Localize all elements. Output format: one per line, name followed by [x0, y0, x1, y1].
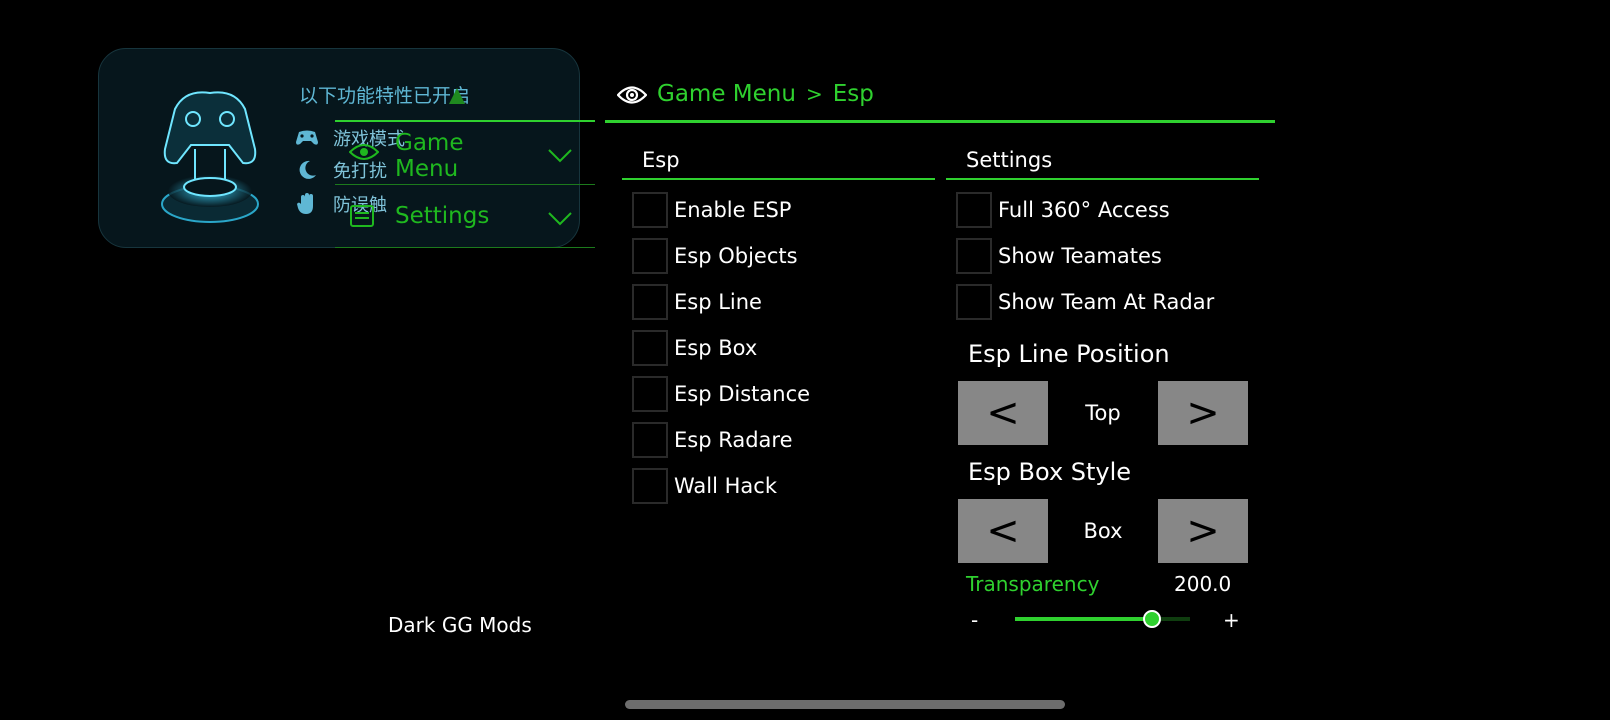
home-indicator[interactable]: [625, 700, 1065, 709]
chevron-down-icon: [547, 207, 573, 233]
checkbox-enable-esp[interactable]: Enable ESP: [632, 192, 791, 228]
sidebar-item-label: Game Menu: [395, 130, 464, 182]
checkbox-show-team-at-radar[interactable]: Show Team At Radar: [956, 284, 1214, 320]
box-style-prev-button[interactable]: <: [958, 499, 1048, 563]
esp-box-style-stepper: < Box >: [958, 499, 1248, 563]
checkbox-esp-objects[interactable]: Esp Objects: [632, 238, 798, 274]
slider-plus-button[interactable]: +: [1223, 608, 1240, 632]
slider-thumb[interactable]: [1142, 610, 1161, 628]
settings-column-divider: [946, 178, 1259, 180]
checkbox-label: Esp Objects: [674, 244, 798, 268]
esp-line-position-title: Esp Line Position: [968, 340, 1170, 368]
checkbox-label: Esp Radare: [674, 428, 793, 452]
esp-line-position-stepper: < Top >: [958, 381, 1248, 445]
settings-column-title: Settings: [966, 148, 1053, 172]
esp-column-divider: [622, 178, 935, 180]
slider-minus-button[interactable]: -: [971, 608, 978, 632]
header-divider: [605, 120, 1275, 123]
line-position-value: Top: [1085, 401, 1121, 425]
mod-menu-sidebar: Game Menu Settings: [335, 120, 595, 248]
checkbox-esp-radare[interactable]: Esp Radare: [632, 422, 793, 458]
box-style-value: Box: [1083, 519, 1123, 543]
checkbox[interactable]: [956, 192, 992, 228]
checkbox-full-360-access[interactable]: Full 360° Access: [956, 192, 1170, 228]
checkbox-esp-box[interactable]: Esp Box: [632, 330, 757, 366]
brand-label: Dark GG Mods: [388, 613, 532, 637]
checkbox-label: Show Teamates: [998, 244, 1162, 268]
checkbox-esp-line[interactable]: Esp Line: [632, 284, 762, 320]
slider-track[interactable]: [1015, 610, 1190, 628]
gamepad-icon: [295, 127, 319, 149]
warning-triangle-icon: [449, 88, 465, 104]
breadcrumb-header: Game Menu > Esp: [605, 78, 1275, 123]
checkbox-label: Esp Line: [674, 290, 762, 314]
checkbox[interactable]: [956, 284, 992, 320]
line-position-next-button[interactable]: >: [1158, 381, 1248, 445]
sidebar-item-label: Settings: [395, 203, 490, 229]
line-position-prev-button[interactable]: <: [958, 381, 1048, 445]
checkbox[interactable]: [632, 192, 668, 228]
esp-box-style-title: Esp Box Style: [968, 458, 1132, 486]
breadcrumb: Game Menu > Esp: [657, 81, 874, 107]
eye-icon: [616, 84, 648, 110]
chevron-down-icon: [547, 144, 573, 170]
checkbox[interactable]: [632, 284, 668, 320]
checkbox-label: Full 360° Access: [998, 198, 1170, 222]
checkbox-label: Show Team At Radar: [998, 290, 1215, 314]
esp-column-title: Esp: [642, 148, 680, 172]
checkbox-show-teamates[interactable]: Show Teamates: [956, 238, 1162, 274]
checkbox[interactable]: [632, 422, 668, 458]
breadcrumb-separator: >: [805, 82, 823, 106]
slider-fill: [1015, 617, 1152, 621]
checkbox-wall-hack[interactable]: Wall Hack: [632, 468, 777, 504]
checkbox[interactable]: [956, 238, 992, 274]
checkbox-label: Wall Hack: [674, 474, 778, 498]
settings-icon: [349, 203, 375, 235]
breadcrumb-game-menu[interactable]: Game Menu: [657, 81, 796, 107]
checkbox[interactable]: [632, 468, 668, 504]
checkbox[interactable]: [632, 238, 668, 274]
checkbox[interactable]: [632, 376, 668, 412]
checkbox-label: Enable ESP: [674, 198, 792, 222]
checkbox-label: Esp Distance: [674, 382, 811, 406]
hand-icon: [295, 193, 319, 215]
transparency-label: Transparency: [966, 572, 1100, 596]
transparency-value: 200.0: [1174, 572, 1232, 596]
checkbox-esp-distance[interactable]: Esp Distance: [632, 376, 810, 412]
sidebar-item-game-menu[interactable]: Game Menu: [335, 122, 595, 185]
gamepad-hologram-icon: [161, 91, 259, 223]
eye-icon: [348, 142, 380, 168]
moon-icon: [295, 159, 319, 181]
box-style-next-button[interactable]: >: [1158, 499, 1248, 563]
transparency-slider[interactable]: - +: [965, 604, 1245, 634]
breadcrumb-esp: Esp: [832, 81, 874, 107]
notification-title: 以下功能特性已开启: [299, 85, 471, 107]
checkbox[interactable]: [632, 330, 668, 366]
checkbox-label: Esp Box: [674, 336, 758, 360]
sidebar-item-settings[interactable]: Settings: [335, 185, 595, 248]
